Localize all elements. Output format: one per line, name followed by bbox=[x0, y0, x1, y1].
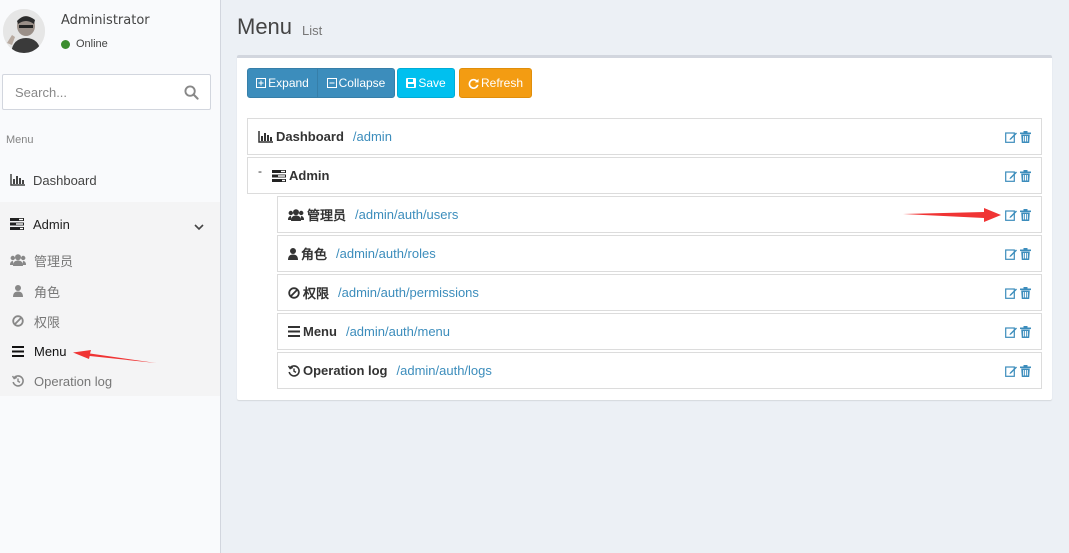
edit-icon[interactable] bbox=[1005, 209, 1017, 221]
minus-square-icon bbox=[326, 78, 337, 88]
sidebar-item-label: 管理员 bbox=[34, 253, 74, 269]
sidebar-item-label: 角色 bbox=[34, 284, 61, 300]
row-uri-link[interactable]: /admin/auth/users bbox=[355, 207, 458, 222]
edit-icon[interactable] bbox=[1005, 326, 1017, 338]
expand-button[interactable]: Expand bbox=[247, 68, 318, 98]
sidebar: Administrator Online Menu Dashboard Admi… bbox=[0, 0, 221, 553]
search-input[interactable] bbox=[3, 75, 173, 109]
save-button[interactable]: Save bbox=[397, 68, 455, 98]
tree-row-menu[interactable]: Menu /admin/auth/menu bbox=[277, 313, 1042, 350]
row-title: 权限 bbox=[303, 286, 330, 301]
trash-icon[interactable] bbox=[1020, 248, 1032, 260]
users-icon bbox=[288, 208, 304, 221]
edit-icon[interactable] bbox=[1005, 170, 1017, 182]
row-title: Dashboard bbox=[276, 129, 344, 144]
row-title: Menu bbox=[303, 324, 337, 339]
ban-icon bbox=[288, 286, 300, 299]
annotation-arrow-icon bbox=[903, 208, 1001, 222]
sidebar-item-label: Admin bbox=[33, 216, 70, 232]
user-name: Administrator bbox=[61, 13, 150, 28]
bar-chart-icon bbox=[258, 130, 273, 143]
sidebar-item-dashboard[interactable]: Dashboard bbox=[0, 170, 220, 190]
trash-icon[interactable] bbox=[1020, 287, 1032, 299]
chevron-down-icon bbox=[194, 219, 204, 234]
refresh-label: Refresh bbox=[480, 76, 524, 90]
trash-icon[interactable] bbox=[1020, 365, 1032, 377]
online-status-icon bbox=[61, 39, 70, 49]
row-uri-link[interactable]: /admin/auth/permissions bbox=[338, 285, 479, 300]
refresh-button[interactable]: Refresh bbox=[459, 68, 532, 98]
page-title: Menu bbox=[237, 14, 293, 39]
status-text: Online bbox=[76, 38, 108, 50]
search-icon[interactable] bbox=[184, 85, 200, 101]
row-actions bbox=[1005, 170, 1032, 182]
sidebar-item-label: Operation log bbox=[34, 373, 113, 389]
edit-icon[interactable] bbox=[1005, 287, 1017, 299]
page-subtitle: List bbox=[302, 23, 323, 38]
sidebar-item-admin[interactable]: Admin bbox=[0, 213, 220, 235]
trash-icon[interactable] bbox=[1020, 131, 1032, 143]
search-box bbox=[2, 74, 211, 110]
history-icon bbox=[288, 364, 300, 377]
collapse-button[interactable]: Collapse bbox=[317, 68, 395, 98]
save-label: Save bbox=[418, 76, 446, 90]
trash-icon[interactable] bbox=[1020, 170, 1032, 182]
expand-label: Expand bbox=[268, 76, 309, 90]
bar-chart-icon bbox=[9, 173, 25, 187]
row-uri-link[interactable]: /admin bbox=[353, 129, 392, 144]
sidebar-item-operation-log[interactable]: Operation log bbox=[0, 371, 220, 391]
sidebar-item-label: Menu bbox=[34, 343, 67, 359]
row-actions bbox=[1005, 209, 1032, 221]
history-icon bbox=[10, 374, 26, 388]
row-actions bbox=[1005, 131, 1032, 143]
plus-square-icon bbox=[256, 78, 267, 88]
tasks-icon bbox=[9, 217, 25, 231]
tree-row-dashboard[interactable]: Dashboard /admin bbox=[247, 118, 1042, 155]
row-actions bbox=[1005, 248, 1032, 260]
row-uri-link[interactable]: /admin/auth/roles bbox=[336, 246, 436, 261]
edit-icon[interactable] bbox=[1005, 248, 1017, 260]
row-title: Operation log bbox=[303, 363, 388, 378]
user-status: Online bbox=[61, 38, 108, 50]
ban-icon bbox=[10, 314, 26, 328]
user-icon bbox=[288, 247, 298, 260]
annotation-arrow-icon bbox=[73, 350, 156, 363]
sidebar-item-permissions[interactable]: 权限 bbox=[0, 311, 220, 331]
tasks-icon bbox=[272, 169, 286, 182]
sidebar-item-roles[interactable]: 角色 bbox=[0, 281, 220, 301]
bars-icon bbox=[288, 326, 300, 337]
refresh-icon bbox=[468, 78, 479, 89]
row-title: 角色 bbox=[301, 247, 328, 262]
row-title: 管理员 bbox=[307, 208, 347, 223]
row-actions bbox=[1005, 365, 1032, 377]
sidebar-header: Menu bbox=[6, 134, 34, 146]
tree-row-roles[interactable]: 角色 /admin/auth/roles bbox=[277, 235, 1042, 272]
tree-row-operation-log[interactable]: Operation log /admin/auth/logs bbox=[277, 352, 1042, 389]
row-uri-link[interactable]: /admin/auth/logs bbox=[397, 363, 492, 378]
save-icon bbox=[406, 78, 417, 88]
sidebar-item-label: 权限 bbox=[34, 314, 61, 330]
tree-row-permissions[interactable]: 权限 /admin/auth/permissions bbox=[277, 274, 1042, 311]
avatar bbox=[3, 9, 45, 53]
tree-row-admin[interactable]: - Admin bbox=[247, 157, 1042, 194]
collapse-label: Collapse bbox=[338, 76, 386, 90]
row-actions bbox=[1005, 287, 1032, 299]
users-icon bbox=[10, 253, 26, 267]
row-uri-link[interactable]: /admin/auth/menu bbox=[346, 324, 450, 339]
collapse-toggle[interactable]: - bbox=[258, 164, 262, 178]
row-title: Admin bbox=[289, 168, 330, 183]
trash-icon[interactable] bbox=[1020, 326, 1032, 338]
sidebar-item-label: Dashboard bbox=[33, 172, 97, 188]
sidebar-item-users[interactable]: 管理员 bbox=[0, 250, 220, 270]
edit-icon[interactable] bbox=[1005, 131, 1017, 143]
user-panel: Administrator Online bbox=[0, 0, 220, 62]
user-icon bbox=[10, 284, 26, 298]
bars-icon bbox=[10, 344, 26, 358]
edit-icon[interactable] bbox=[1005, 365, 1017, 377]
row-actions bbox=[1005, 326, 1032, 338]
trash-icon[interactable] bbox=[1020, 209, 1032, 221]
